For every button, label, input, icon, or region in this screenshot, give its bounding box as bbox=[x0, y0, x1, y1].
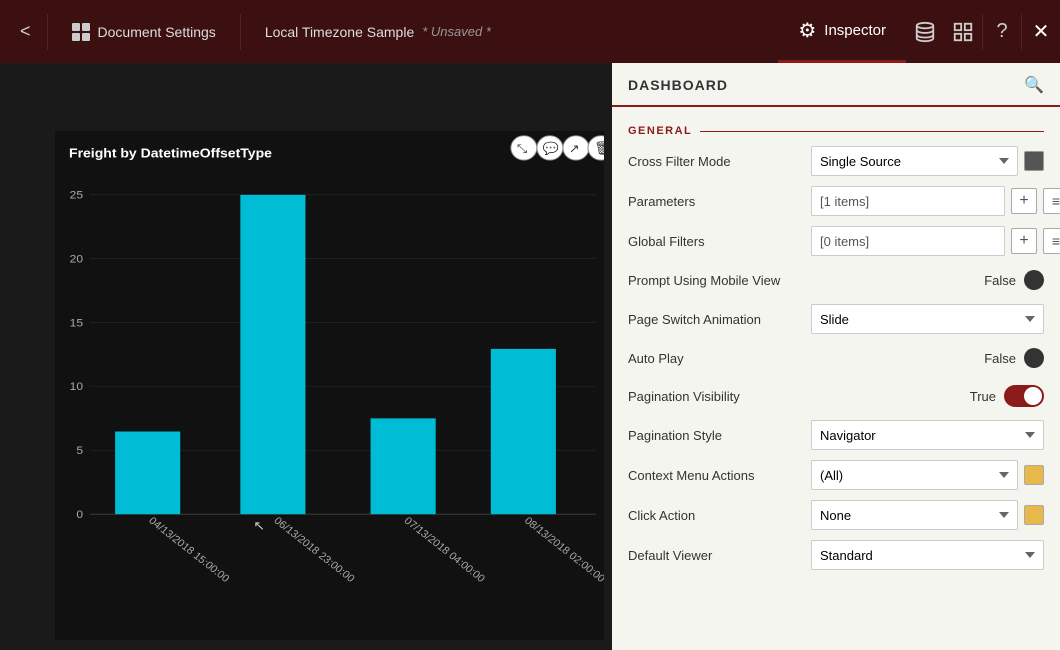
pagination-visibility-label: Pagination Visibility bbox=[628, 389, 803, 404]
auto-play-value: False bbox=[984, 351, 1016, 366]
global-filters-label: Global Filters bbox=[628, 234, 803, 249]
cross-filter-swatch[interactable] bbox=[1024, 151, 1044, 171]
parameters-input[interactable] bbox=[811, 186, 1005, 216]
svg-text:Freight by DatetimeOffsetType: Freight by DatetimeOffsetType bbox=[69, 146, 272, 161]
database-icon-btn[interactable] bbox=[906, 0, 944, 63]
prompt-mobile-control: False bbox=[984, 270, 1044, 290]
pagination-visibility-toggle[interactable] bbox=[1004, 385, 1044, 407]
context-menu-row: Context Menu Actions (All) None Custom bbox=[612, 455, 1060, 495]
divider-1 bbox=[47, 14, 48, 50]
bar-3 bbox=[371, 418, 436, 514]
help-icon-btn[interactable]: ? bbox=[983, 0, 1021, 63]
pagination-style-select[interactable]: Navigator Dots Numbers bbox=[811, 420, 1044, 450]
topbar-left: < Document Settings Local Timezone Sampl… bbox=[0, 14, 778, 50]
page-switch-row: Page Switch Animation Slide Fade None bbox=[612, 299, 1060, 339]
svg-text:⤡: ⤡ bbox=[517, 142, 528, 156]
pagination-visibility-row: Pagination Visibility True bbox=[612, 377, 1060, 415]
pagination-style-control: Navigator Dots Numbers bbox=[811, 420, 1044, 450]
pagination-style-row: Pagination Style Navigator Dots Numbers bbox=[612, 415, 1060, 455]
default-viewer-label: Default Viewer bbox=[628, 548, 803, 563]
chart-svg-wrapper: Freight by DatetimeOffsetType ⤡ 💬 ↗ 🗑 25… bbox=[55, 131, 604, 640]
default-viewer-row: Default Viewer Standard Mobile Auto bbox=[612, 535, 1060, 575]
chart-area: Freight by DatetimeOffsetType ⤡ 💬 ↗ 🗑 25… bbox=[0, 63, 612, 650]
search-icon[interactable]: 🔍 bbox=[1024, 75, 1044, 105]
cross-filter-mode-select[interactable]: Single Source Multiple Sources None bbox=[811, 146, 1018, 176]
inspector-tab-area: ⚙ Inspector ? ✕ bbox=[778, 0, 1060, 63]
svg-text:0: 0 bbox=[76, 508, 83, 521]
default-viewer-control: Standard Mobile Auto bbox=[811, 540, 1044, 570]
parameters-label: Parameters bbox=[628, 194, 803, 209]
cross-filter-mode-label: Cross Filter Mode bbox=[628, 154, 803, 169]
context-menu-select[interactable]: (All) None Custom bbox=[811, 460, 1018, 490]
prompt-mobile-value: False bbox=[984, 273, 1016, 288]
parameters-control: + ≡ bbox=[811, 186, 1060, 216]
svg-text:↗: ↗ bbox=[569, 142, 580, 156]
bar-1 bbox=[115, 432, 180, 515]
click-action-select[interactable]: None Navigate Filter bbox=[811, 500, 1018, 530]
svg-text:15: 15 bbox=[70, 317, 83, 330]
click-action-label: Click Action bbox=[628, 508, 803, 523]
pagination-visibility-value: True bbox=[970, 389, 996, 404]
auto-play-control: False bbox=[984, 348, 1044, 368]
context-menu-control: (All) None Custom bbox=[811, 460, 1044, 490]
inspector-panel: DASHBOARD 🔍 GENERAL Cross Filter Mode Si… bbox=[612, 63, 1060, 650]
global-filters-row: Global Filters + ≡ bbox=[612, 221, 1060, 261]
svg-text:↖: ↖ bbox=[253, 519, 265, 534]
parameters-row: Parameters + ≡ bbox=[612, 181, 1060, 221]
context-menu-label: Context Menu Actions bbox=[628, 468, 803, 483]
svg-text:25: 25 bbox=[70, 189, 83, 202]
prompt-mobile-label: Prompt Using Mobile View bbox=[628, 273, 803, 288]
main-content: Freight by DatetimeOffsetType ⤡ 💬 ↗ 🗑 25… bbox=[0, 63, 1060, 650]
pagination-style-label: Pagination Style bbox=[628, 428, 803, 443]
click-action-row: Click Action None Navigate Filter bbox=[612, 495, 1060, 535]
svg-text:🗑: 🗑 bbox=[594, 141, 604, 156]
parameters-menu-button[interactable]: ≡ bbox=[1043, 188, 1060, 214]
cross-filter-mode-control: Single Source Multiple Sources None bbox=[811, 146, 1044, 176]
bar-4 bbox=[491, 349, 556, 514]
inspector-body: GENERAL Cross Filter Mode Single Source … bbox=[612, 107, 1060, 650]
global-filters-add-button[interactable]: + bbox=[1011, 228, 1037, 254]
topbar-doc-item[interactable]: Local Timezone Sample * Unsaved * bbox=[249, 24, 507, 40]
inspector-header: DASHBOARD 🔍 bbox=[612, 63, 1060, 107]
general-section-label: GENERAL bbox=[612, 117, 1060, 141]
auto-play-label: Auto Play bbox=[628, 351, 803, 366]
global-filters-menu-button[interactable]: ≡ bbox=[1043, 228, 1060, 254]
unsaved-label: * Unsaved * bbox=[422, 24, 491, 39]
inspector-panel-title: DASHBOARD bbox=[628, 77, 728, 103]
inspector-tab-label: Inspector bbox=[824, 22, 886, 39]
topbar: < Document Settings Local Timezone Sampl… bbox=[0, 0, 1060, 63]
cross-filter-mode-row: Cross Filter Mode Single Source Multiple… bbox=[612, 141, 1060, 181]
svg-text:💬: 💬 bbox=[543, 141, 560, 156]
page-switch-select[interactable]: Slide Fade None bbox=[811, 304, 1044, 334]
bar-2 bbox=[240, 195, 305, 514]
divider-2 bbox=[240, 14, 241, 50]
grid-icon bbox=[72, 23, 90, 41]
global-filters-control: + ≡ bbox=[811, 226, 1060, 256]
svg-text:20: 20 bbox=[70, 253, 84, 266]
click-action-swatch[interactable] bbox=[1024, 505, 1044, 525]
topbar-app-item[interactable]: Document Settings bbox=[56, 23, 232, 41]
doc-name-label: Local Timezone Sample bbox=[265, 24, 414, 40]
prompt-mobile-toggle[interactable] bbox=[1024, 270, 1044, 290]
inspector-tab[interactable]: ⚙ Inspector bbox=[778, 0, 906, 63]
svg-text:5: 5 bbox=[76, 444, 83, 457]
pagination-visibility-control: True bbox=[970, 385, 1044, 407]
auto-play-toggle[interactable] bbox=[1024, 348, 1044, 368]
click-action-control: None Navigate Filter bbox=[811, 500, 1044, 530]
close-button[interactable]: ✕ bbox=[1022, 0, 1060, 63]
page-switch-control: Slide Fade None bbox=[811, 304, 1044, 334]
chart-svg: Freight by DatetimeOffsetType ⤡ 💬 ↗ 🗑 25… bbox=[55, 131, 604, 640]
doc-settings-label: Document Settings bbox=[98, 24, 216, 40]
parameters-add-button[interactable]: + bbox=[1011, 188, 1037, 214]
context-menu-swatch[interactable] bbox=[1024, 465, 1044, 485]
prompt-mobile-row: Prompt Using Mobile View False bbox=[612, 261, 1060, 299]
page-switch-label: Page Switch Animation bbox=[628, 312, 803, 327]
default-viewer-select[interactable]: Standard Mobile Auto bbox=[811, 540, 1044, 570]
layout-icon-btn[interactable] bbox=[944, 0, 982, 63]
back-button[interactable]: < bbox=[12, 17, 39, 46]
auto-play-row: Auto Play False bbox=[612, 339, 1060, 377]
gear-icon: ⚙ bbox=[798, 18, 816, 43]
global-filters-input[interactable] bbox=[811, 226, 1005, 256]
svg-text:10: 10 bbox=[70, 381, 84, 394]
